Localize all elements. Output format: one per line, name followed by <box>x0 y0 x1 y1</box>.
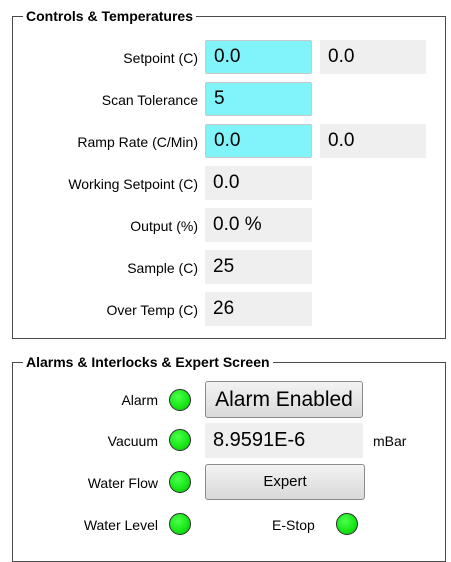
water-level-led-icon <box>169 513 191 535</box>
output-value: 0.0 % <box>205 208 312 242</box>
water-level-label: Water Level <box>83 517 158 533</box>
scan-tolerance-input[interactable]: 5 <box>205 82 312 116</box>
vacuum-label: Vacuum <box>107 433 158 449</box>
setpoint-readback: 0.0 <box>320 40 426 74</box>
controls-temperatures-title: Controls & Temperatures <box>23 8 196 24</box>
ramp-rate-input[interactable]: 0.0 <box>205 124 312 158</box>
estop-led-icon <box>336 513 358 535</box>
output-label: Output (%) <box>130 218 198 234</box>
over-temp-value: 26 <box>205 292 312 326</box>
ramp-rate-label: Ramp Rate (C/Min) <box>77 134 198 150</box>
estop-label: E-Stop <box>272 517 315 533</box>
alarm-led-icon <box>169 389 191 411</box>
vacuum-unit: mBar <box>373 433 407 449</box>
vacuum-led-icon <box>169 429 191 451</box>
sample-label: Sample (C) <box>127 260 198 276</box>
alarm-label: Alarm <box>121 392 158 408</box>
alarms-interlocks-title: Alarms & Interlocks & Expert Screen <box>23 354 273 370</box>
water-flow-label: Water Flow <box>87 475 158 491</box>
scan-tolerance-label: Scan Tolerance <box>101 92 198 108</box>
expert-button[interactable]: Expert <box>205 464 365 500</box>
setpoint-label: Setpoint (C) <box>123 50 198 66</box>
ramp-rate-readback: 0.0 <box>320 124 426 158</box>
over-temp-label: Over Temp (C) <box>106 302 198 318</box>
setpoint-input[interactable]: 0.0 <box>205 40 312 74</box>
vacuum-value: 8.9591E-6 <box>205 423 363 458</box>
sample-value: 25 <box>205 250 312 284</box>
working-setpoint-label: Working Setpoint (C) <box>68 176 198 192</box>
alarm-enabled-button[interactable]: Alarm Enabled <box>205 381 363 418</box>
water-flow-led-icon <box>169 471 191 493</box>
working-setpoint-value: 0.0 <box>205 166 312 200</box>
